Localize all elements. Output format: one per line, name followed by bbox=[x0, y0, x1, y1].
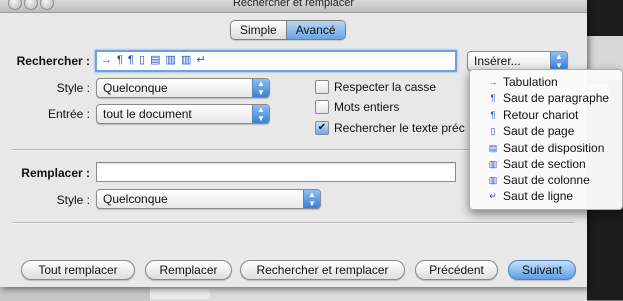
layout-icon: ▤ bbox=[488, 143, 498, 153]
replace-label: Remplacer : bbox=[21, 166, 90, 180]
checkbox-box[interactable] bbox=[315, 80, 329, 94]
match-case-label: Respecter la casse bbox=[334, 80, 437, 94]
scope-label: Entrée : bbox=[47, 107, 90, 121]
menu-item-label: Saut de paragraphe bbox=[503, 91, 610, 105]
chevron-updown-icon: ▲ ▼ bbox=[303, 190, 320, 208]
replace-all-button[interactable]: Tout remplacer bbox=[21, 260, 135, 280]
section-icon: ▥ bbox=[488, 159, 498, 169]
menu-item-label: Saut de disposition bbox=[503, 141, 605, 155]
title-bar: Rechercher et remplacer bbox=[0, 0, 587, 13]
replace-style-label: Style : bbox=[56, 193, 90, 207]
line-break-icon: ↵ bbox=[489, 191, 497, 201]
search-label: Rechercher : bbox=[16, 54, 90, 68]
tab-simple[interactable]: Simple bbox=[231, 21, 287, 39]
column-icon: ▥ bbox=[488, 175, 498, 185]
menu-item-column-break[interactable]: ▥ Saut de colonne bbox=[470, 172, 622, 188]
paragraph-icon: ¶ bbox=[490, 93, 496, 103]
menu-item-carriage-return[interactable]: ¶ Retour chariot bbox=[470, 107, 622, 123]
find-and-replace-button[interactable]: Rechercher et remplacer bbox=[240, 260, 405, 280]
divider bbox=[12, 222, 575, 224]
search-text-label: Rechercher le texte préc bbox=[334, 121, 465, 135]
search-style-value: Quelconque bbox=[103, 81, 168, 95]
previous-button[interactable]: Précédent bbox=[415, 260, 498, 280]
menu-item-label: Saut de ligne bbox=[503, 189, 574, 203]
scope-select[interactable]: tout le document ▲ ▼ bbox=[96, 104, 270, 124]
tab-advanced[interactable]: Avancé bbox=[286, 21, 345, 39]
menu-item-label: Saut de colonne bbox=[503, 173, 590, 187]
tab-arrow-icon: → bbox=[488, 77, 498, 87]
menu-item-section-break[interactable]: ▥ Saut de section bbox=[470, 156, 622, 172]
scope-value: tout le document bbox=[103, 107, 192, 121]
search-style-select[interactable]: Quelconque ▲ ▼ bbox=[96, 78, 270, 98]
replace-field[interactable] bbox=[96, 162, 456, 182]
search-field[interactable]: → ¶ ¶ ▯ ▤ ▥ ▥ ↵ bbox=[95, 50, 457, 72]
menu-item-paragraph-break[interactable]: ¶ Saut de paragraphe bbox=[470, 90, 622, 106]
menu-item-line-break[interactable]: ↵ Saut de ligne bbox=[470, 188, 622, 204]
insert-popup-label: Insérer... bbox=[474, 54, 521, 68]
replace-style-value: Quelconque bbox=[103, 192, 168, 206]
chevron-updown-icon: ▲ ▼ bbox=[252, 105, 269, 123]
menu-item-label: Retour chariot bbox=[503, 108, 579, 122]
search-text-checkbox[interactable]: ✔ Rechercher le texte préc bbox=[315, 121, 465, 135]
replace-style-select[interactable]: Quelconque ▲ ▼ bbox=[96, 189, 321, 209]
insert-menu: → Tabulation ¶ Saut de paragraphe ¶ Reto… bbox=[469, 69, 623, 210]
mode-segmented-control: Simple Avancé bbox=[230, 20, 346, 40]
window-title: Rechercher et remplacer bbox=[232, 0, 355, 9]
menu-item-page-break[interactable]: ▯ Saut de page bbox=[470, 123, 622, 139]
menu-item-layout-break[interactable]: ▤ Saut de disposition bbox=[470, 140, 622, 156]
background-document bbox=[0, 286, 587, 301]
checkbox-box[interactable] bbox=[315, 100, 329, 114]
chevron-updown-icon: ▲ ▼ bbox=[252, 79, 269, 97]
chevron-down-icon: ▲ ▼ bbox=[550, 52, 567, 70]
menu-item-tabulation[interactable]: → Tabulation bbox=[470, 74, 622, 90]
insert-popup-button[interactable]: Insérer... ▲ ▼ bbox=[467, 51, 568, 71]
replace-button[interactable]: Remplacer bbox=[145, 260, 232, 280]
page-icon: ▯ bbox=[490, 126, 496, 136]
search-field-value: → ¶ ¶ ▯ ▤ ▥ ▥ ↵ bbox=[101, 54, 207, 66]
checkbox-checked-box[interactable]: ✔ bbox=[315, 121, 329, 135]
menu-item-label: Saut de page bbox=[503, 124, 575, 138]
whole-words-label: Mots entiers bbox=[334, 100, 400, 114]
menu-item-label: Saut de section bbox=[503, 157, 586, 171]
paragraph-icon: ¶ bbox=[490, 110, 496, 120]
whole-words-checkbox[interactable]: Mots entiers bbox=[315, 100, 399, 114]
search-style-label: Style : bbox=[56, 81, 90, 95]
next-button[interactable]: Suivant bbox=[508, 260, 576, 280]
match-case-checkbox[interactable]: Respecter la casse bbox=[315, 80, 436, 94]
menu-item-label: Tabulation bbox=[503, 75, 558, 89]
